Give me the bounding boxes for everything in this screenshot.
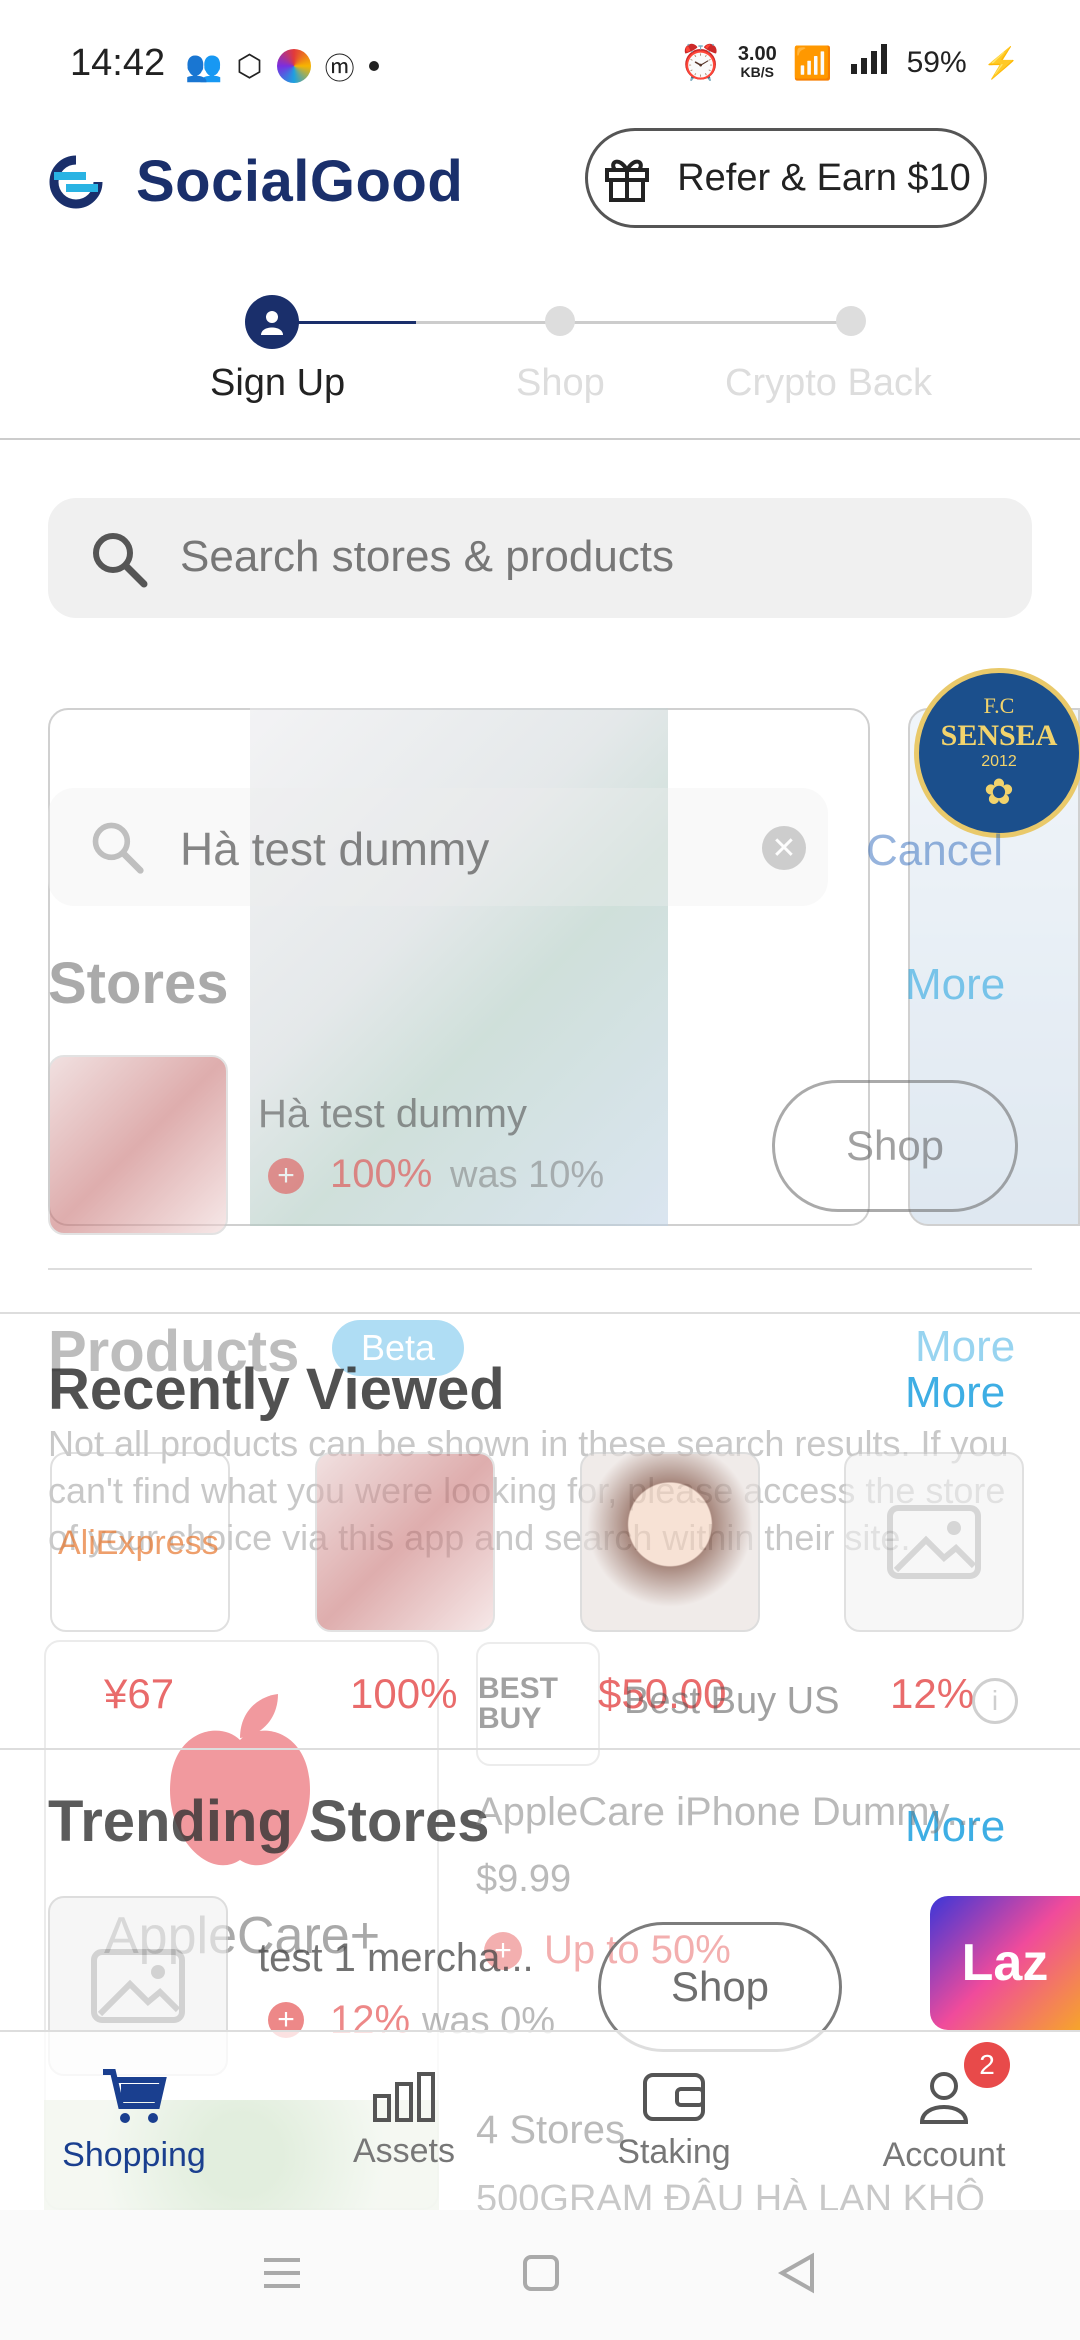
charging-icon: ⚡ <box>982 46 1020 80</box>
account-notification-badge: 2 <box>964 2042 1010 2088</box>
section-divider <box>48 1268 1032 1270</box>
step-shop-dot-icon <box>545 306 575 336</box>
store-thumb-image <box>48 1055 228 1235</box>
search-icon <box>88 528 150 595</box>
bar-chart-icon <box>373 2071 435 2122</box>
color-app-icon <box>276 49 311 83</box>
applecare-price: $9.99 <box>476 1858 572 1900</box>
bestbuy-name: Best Buy US <box>624 1680 840 1722</box>
recent-value-cashback: 12% <box>890 1670 975 1717</box>
status-right: ⏰ 3.00 KB/S 📶 59% ⚡ <box>679 42 1020 84</box>
recently-viewed-more-link[interactable]: More <box>905 1368 1005 1418</box>
step-line <box>416 321 560 324</box>
recent-value-yen: ¥67 <box>104 1670 175 1717</box>
group-icon: 👥 <box>185 49 223 83</box>
step-label-crypto-back: Crypto Back <box>725 362 932 404</box>
nav-shopping[interactable]: Shopping <box>34 2030 234 2210</box>
recent-value-percent: 100% <box>350 1670 458 1717</box>
wifi-icon: 📶 <box>792 45 833 81</box>
net-speed: 3.00 KB/S <box>737 43 777 80</box>
gift-icon <box>605 159 650 202</box>
image-placeholder-icon <box>91 1949 185 2023</box>
nav-staking-label: Staking <box>617 2132 731 2171</box>
more-dot-icon <box>368 61 379 71</box>
section-divider <box>0 1748 1080 1750</box>
lotus-icon: ✿ <box>983 771 1015 812</box>
nav-staking[interactable]: Staking <box>574 2030 774 2210</box>
header-divider <box>0 438 1080 440</box>
status-notification-icons: 👥 ⬡ ⓜ <box>185 44 379 88</box>
step-label-shop: Shop <box>516 362 605 404</box>
stores-more-link[interactable]: More <box>905 960 1005 1010</box>
sensea-club-badge: F.C SENSEA 2012 ✿ <box>914 668 1080 838</box>
step-crypto-dot-icon <box>836 306 866 336</box>
step-line <box>560 321 852 324</box>
nav-shopping-label: Shopping <box>62 2135 206 2174</box>
overlay-cancel-button[interactable]: Cancel <box>866 826 1003 876</box>
onboarding-steps: Sign Up Shop Crypto Back <box>0 290 1080 440</box>
nav-assets[interactable]: Assets <box>304 2030 504 2210</box>
battery-text: 59% <box>906 46 967 79</box>
home-icon[interactable] <box>522 2254 560 2297</box>
recent-item-lipstick[interactable] <box>315 1452 495 1632</box>
cart-icon <box>103 2068 167 2123</box>
featured-clothing-image <box>250 708 668 1226</box>
alarm-icon: ⏰ <box>679 44 722 82</box>
settings-hex-icon: ⬡ <box>236 49 263 83</box>
refer-earn-button[interactable]: Refer & Earn $10 <box>585 128 987 228</box>
recent-item-portrait[interactable] <box>580 1452 760 1632</box>
wallet-icon <box>643 2072 705 2121</box>
image-placeholder-icon <box>887 1505 981 1579</box>
step-signup-user-icon <box>245 295 299 349</box>
products-more-link[interactable]: More <box>915 1322 1015 1372</box>
info-icon[interactable]: i <box>972 1678 1018 1724</box>
brand-logo[interactable]: SocialGood <box>40 148 463 215</box>
store-was-rate: was 10% <box>450 1154 605 1196</box>
system-nav-bar <box>0 2210 1080 2340</box>
store-shop-button[interactable]: Shop <box>772 1080 1018 1212</box>
plus-icon: + <box>268 1158 304 1194</box>
overlay-search-value: Hà test dummy <box>180 823 490 875</box>
recently-viewed-title: Recently Viewed <box>48 1357 505 1422</box>
brand-name: SocialGood <box>136 149 464 214</box>
nav-account[interactable]: Account <box>844 2030 1044 2210</box>
overlay-search-icon <box>88 818 146 881</box>
lazada-store-logo[interactable]: Laz <box>930 1896 1080 2030</box>
refer-earn-label: Refer & Earn $10 <box>677 156 971 199</box>
back-icon[interactable] <box>776 2252 816 2299</box>
status-time: 14:42 <box>70 42 166 84</box>
menu-icon[interactable] <box>262 2256 302 2295</box>
user-icon <box>919 2071 969 2124</box>
aliexpress-logo: AliExpress <box>58 1524 219 1562</box>
recent-item-placeholder[interactable] <box>844 1452 1024 1632</box>
nav-account-label: Account <box>882 2135 1006 2174</box>
clear-search-icon[interactable]: ✕ <box>762 826 806 870</box>
trending-title: Trending Stores <box>48 1789 490 1854</box>
store-rate: 100% <box>330 1152 433 1196</box>
section-divider <box>0 1312 1080 1314</box>
messenger-icon: ⓜ <box>324 53 355 86</box>
store-name: Hà test dummy <box>258 1092 527 1136</box>
socialgood-logo-icon <box>49 155 103 208</box>
signal-icon <box>849 42 891 84</box>
merchant-name: test 1 mercha... <box>258 1936 534 1980</box>
applecare-title: AppleCare iPhone Dummy... <box>476 1790 980 1834</box>
stores-title: Stores <box>48 951 229 1016</box>
nav-assets-label: Assets <box>352 2131 456 2170</box>
step-label-signup: Sign Up <box>210 362 346 404</box>
status-bar: 14:42 👥 ⬡ ⓜ ⏰ 3.00 KB/S 📶 59% ⚡ <box>0 0 1080 130</box>
search-placeholder: Search stores & products <box>180 532 675 581</box>
